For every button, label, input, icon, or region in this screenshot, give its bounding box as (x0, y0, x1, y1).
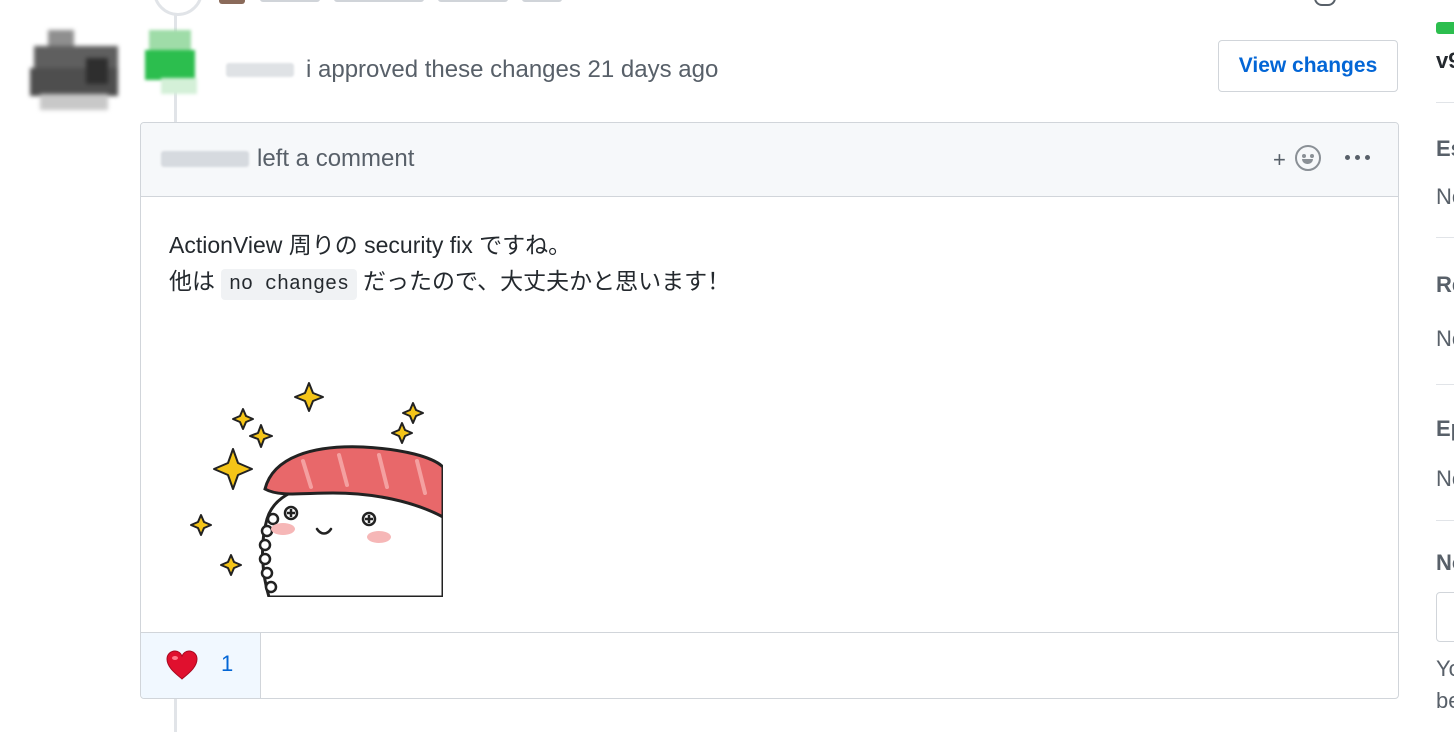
sidebar-note: Yo (1436, 656, 1454, 681)
comment-box: left a comment + ActionView 周りの security… (140, 122, 1399, 699)
comment-header: left a comment + (141, 123, 1398, 197)
plus-icon: + (1273, 147, 1286, 172)
comment-body: ActionView 周りの security fix ですね。 他は no ch… (169, 227, 730, 303)
divider (1436, 102, 1454, 103)
sidebar-heading[interactable]: Ep (1436, 416, 1454, 442)
avatar (219, 0, 245, 4)
reaction-heart-button[interactable]: 1 (141, 633, 261, 698)
sidebar-value: No (1436, 184, 1454, 209)
progress-bar (1436, 22, 1454, 34)
divider (1436, 384, 1454, 385)
sidebar-input[interactable] (1436, 592, 1454, 642)
heart-icon (166, 650, 198, 680)
sushi-sticker-icon (190, 382, 443, 597)
inline-code: no changes (221, 269, 358, 300)
reviewer-name[interactable] (226, 63, 294, 77)
avatar[interactable] (30, 28, 118, 116)
sidebar-note: be (1436, 688, 1454, 713)
divider (1436, 520, 1454, 521)
comment-author[interactable] (161, 151, 249, 167)
comment-line: ActionView 周りの security fix ですね。 (169, 232, 572, 258)
divider (1436, 237, 1454, 238)
view-changes-button[interactable]: View changes (1218, 40, 1398, 92)
smiley-icon (1295, 145, 1321, 171)
sidebar-heading[interactable]: Re (1436, 272, 1454, 298)
comment-line: 他は no changes だったので、大丈夫かと思います！ (169, 263, 730, 303)
previous-event-text (260, 0, 680, 4)
timeline-badge (153, 0, 203, 16)
version-label[interactable]: v9 (1436, 48, 1454, 74)
comment-header-text: left a comment (257, 145, 415, 172)
smiley-icon (1314, 0, 1336, 6)
more-options-icon[interactable] (1345, 155, 1371, 161)
reaction-count: 1 (221, 651, 234, 676)
reactions-bar: 1 (141, 632, 1398, 698)
sidebar-heading[interactable]: Es (1436, 136, 1454, 162)
review-status-text: i approved these changes 21 days ago (306, 56, 719, 83)
sidebar-value: No (1436, 326, 1454, 351)
approved-check-icon (145, 30, 209, 94)
comment-text: 他は (169, 268, 215, 294)
add-reaction-button[interactable]: + (1273, 143, 1327, 177)
sidebar-value: No (1436, 466, 1454, 491)
comment-text: だったので、大丈夫かと思います！ (363, 268, 731, 294)
sidebar-heading[interactable]: No (1436, 550, 1454, 576)
